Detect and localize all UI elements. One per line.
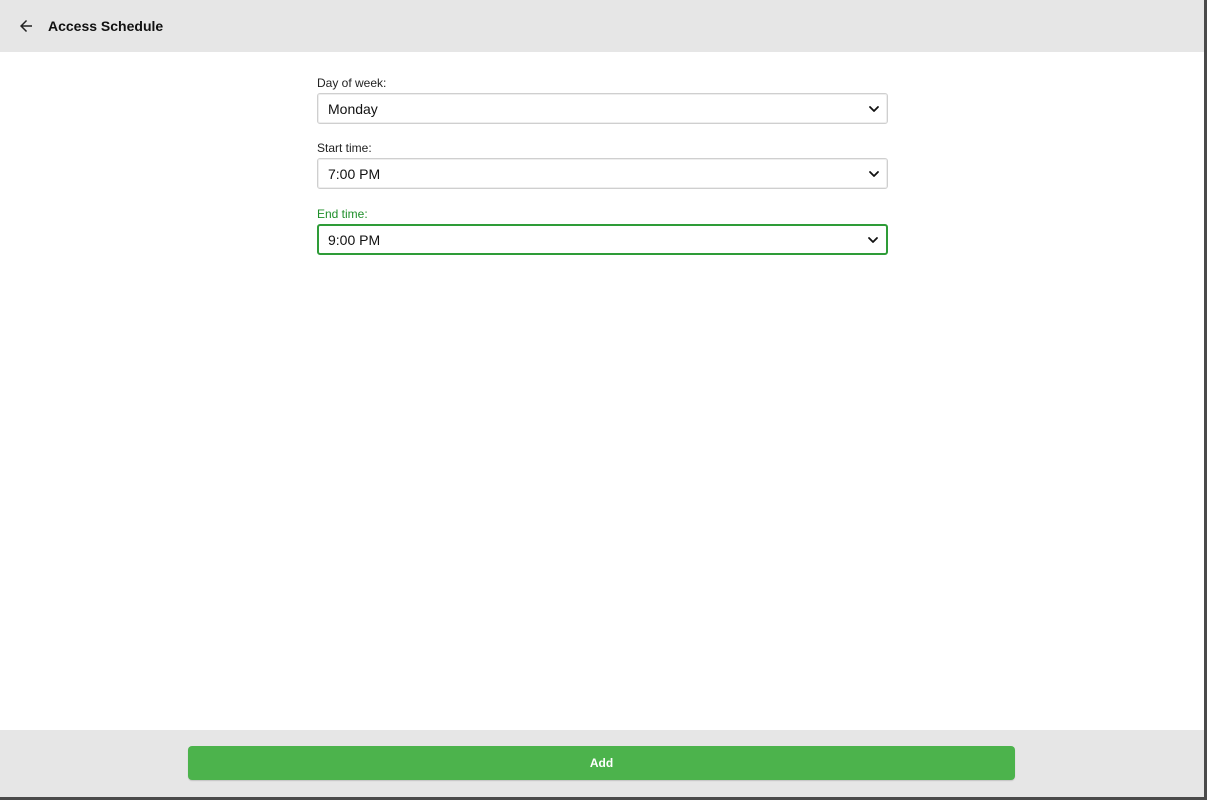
start-time-field: Start time: 7:00 PM (317, 141, 888, 189)
chevron-down-icon (867, 102, 881, 116)
app-footer: Add (0, 730, 1204, 797)
end-time-label: End time: (317, 207, 368, 221)
page-title: Access Schedule (48, 18, 164, 34)
end-time-value: 9:00 PM (328, 231, 381, 248)
day-of-week-select[interactable]: Monday (317, 93, 888, 124)
day-of-week-label: Day of week: (317, 76, 387, 90)
start-time-select[interactable]: 7:00 PM (317, 158, 888, 189)
day-of-week-field: Day of week: Monday (317, 76, 888, 124)
add-button[interactable]: Add (188, 746, 1015, 780)
arrow-left-icon (20, 20, 32, 32)
start-time-value: 7:00 PM (328, 165, 381, 182)
start-time-label: Start time: (317, 141, 372, 155)
day-of-week-value: Monday (328, 100, 378, 117)
app-header: Access Schedule (0, 0, 1204, 52)
end-time-select[interactable]: 9:00 PM (317, 224, 888, 255)
back-button[interactable] (12, 12, 40, 40)
chevron-down-icon (866, 233, 880, 247)
end-time-field: End time: 9:00 PM (317, 207, 888, 255)
app-window: Access Schedule Day of week: Monday Star… (0, 0, 1204, 797)
schedule-form: Day of week: Monday Start time: 7:00 PM (1, 52, 1204, 730)
chevron-down-icon (867, 167, 881, 181)
